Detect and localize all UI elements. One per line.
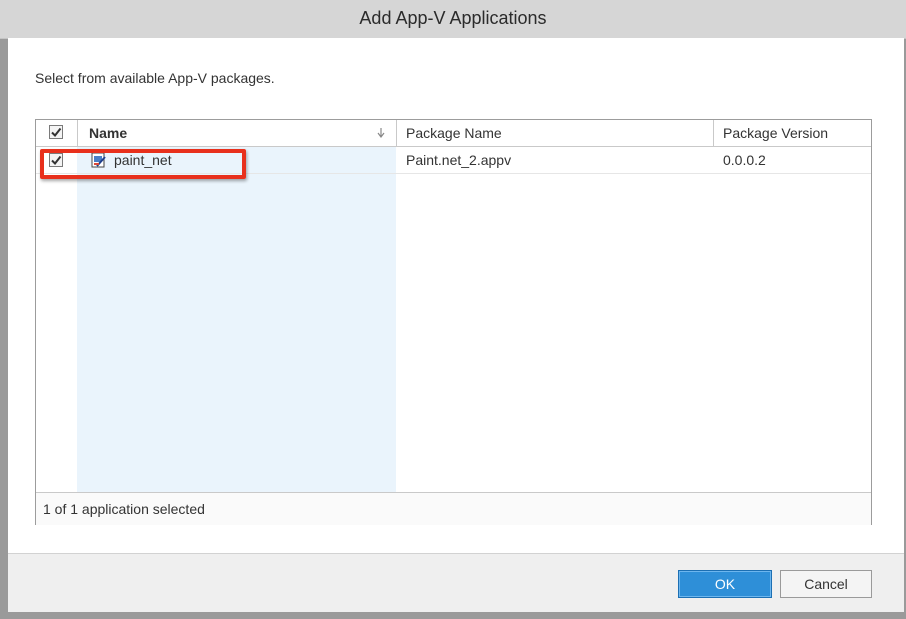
row-package-version: 0.0.0.2	[723, 152, 766, 168]
status-bar: 1 of 1 application selected	[36, 492, 871, 525]
column-header-package-name-label: Package Name	[406, 125, 502, 141]
dialog-content: Select from available App-V packages. Na…	[8, 38, 904, 553]
column-header-package-version-label: Package Version	[723, 125, 829, 141]
row-package-name: Paint.net_2.appv	[406, 152, 512, 168]
sort-descending-icon	[377, 128, 385, 138]
packages-grid: Name Package Name Package Version paint_…	[35, 119, 872, 525]
header-separator	[396, 120, 397, 146]
instruction-text: Select from available App-V packages.	[35, 70, 275, 86]
name-column-shade	[77, 147, 396, 492]
add-appv-dialog: Add App-V Applications Select from avail…	[0, 0, 906, 619]
dialog-title: Add App-V Applications	[359, 8, 547, 28]
column-header-name[interactable]: Name	[89, 120, 389, 146]
header-separator	[713, 120, 714, 146]
column-header-package-name[interactable]: Package Name	[406, 120, 706, 146]
selection-status: 1 of 1 application selected	[43, 501, 205, 517]
header-separator	[77, 120, 78, 146]
cancel-button[interactable]: Cancel	[780, 570, 872, 598]
dialog-footer: OK Cancel	[8, 553, 904, 612]
grid-header: Name Package Name Package Version	[36, 120, 871, 147]
title-bar: Add App-V Applications	[0, 0, 906, 39]
column-header-name-label: Name	[89, 125, 128, 141]
column-header-package-version[interactable]: Package Version	[723, 120, 863, 146]
highlight-box	[40, 149, 246, 179]
ok-button[interactable]: OK	[678, 570, 772, 598]
select-all-checkbox[interactable]	[49, 125, 63, 139]
checkmark-icon	[51, 127, 62, 138]
